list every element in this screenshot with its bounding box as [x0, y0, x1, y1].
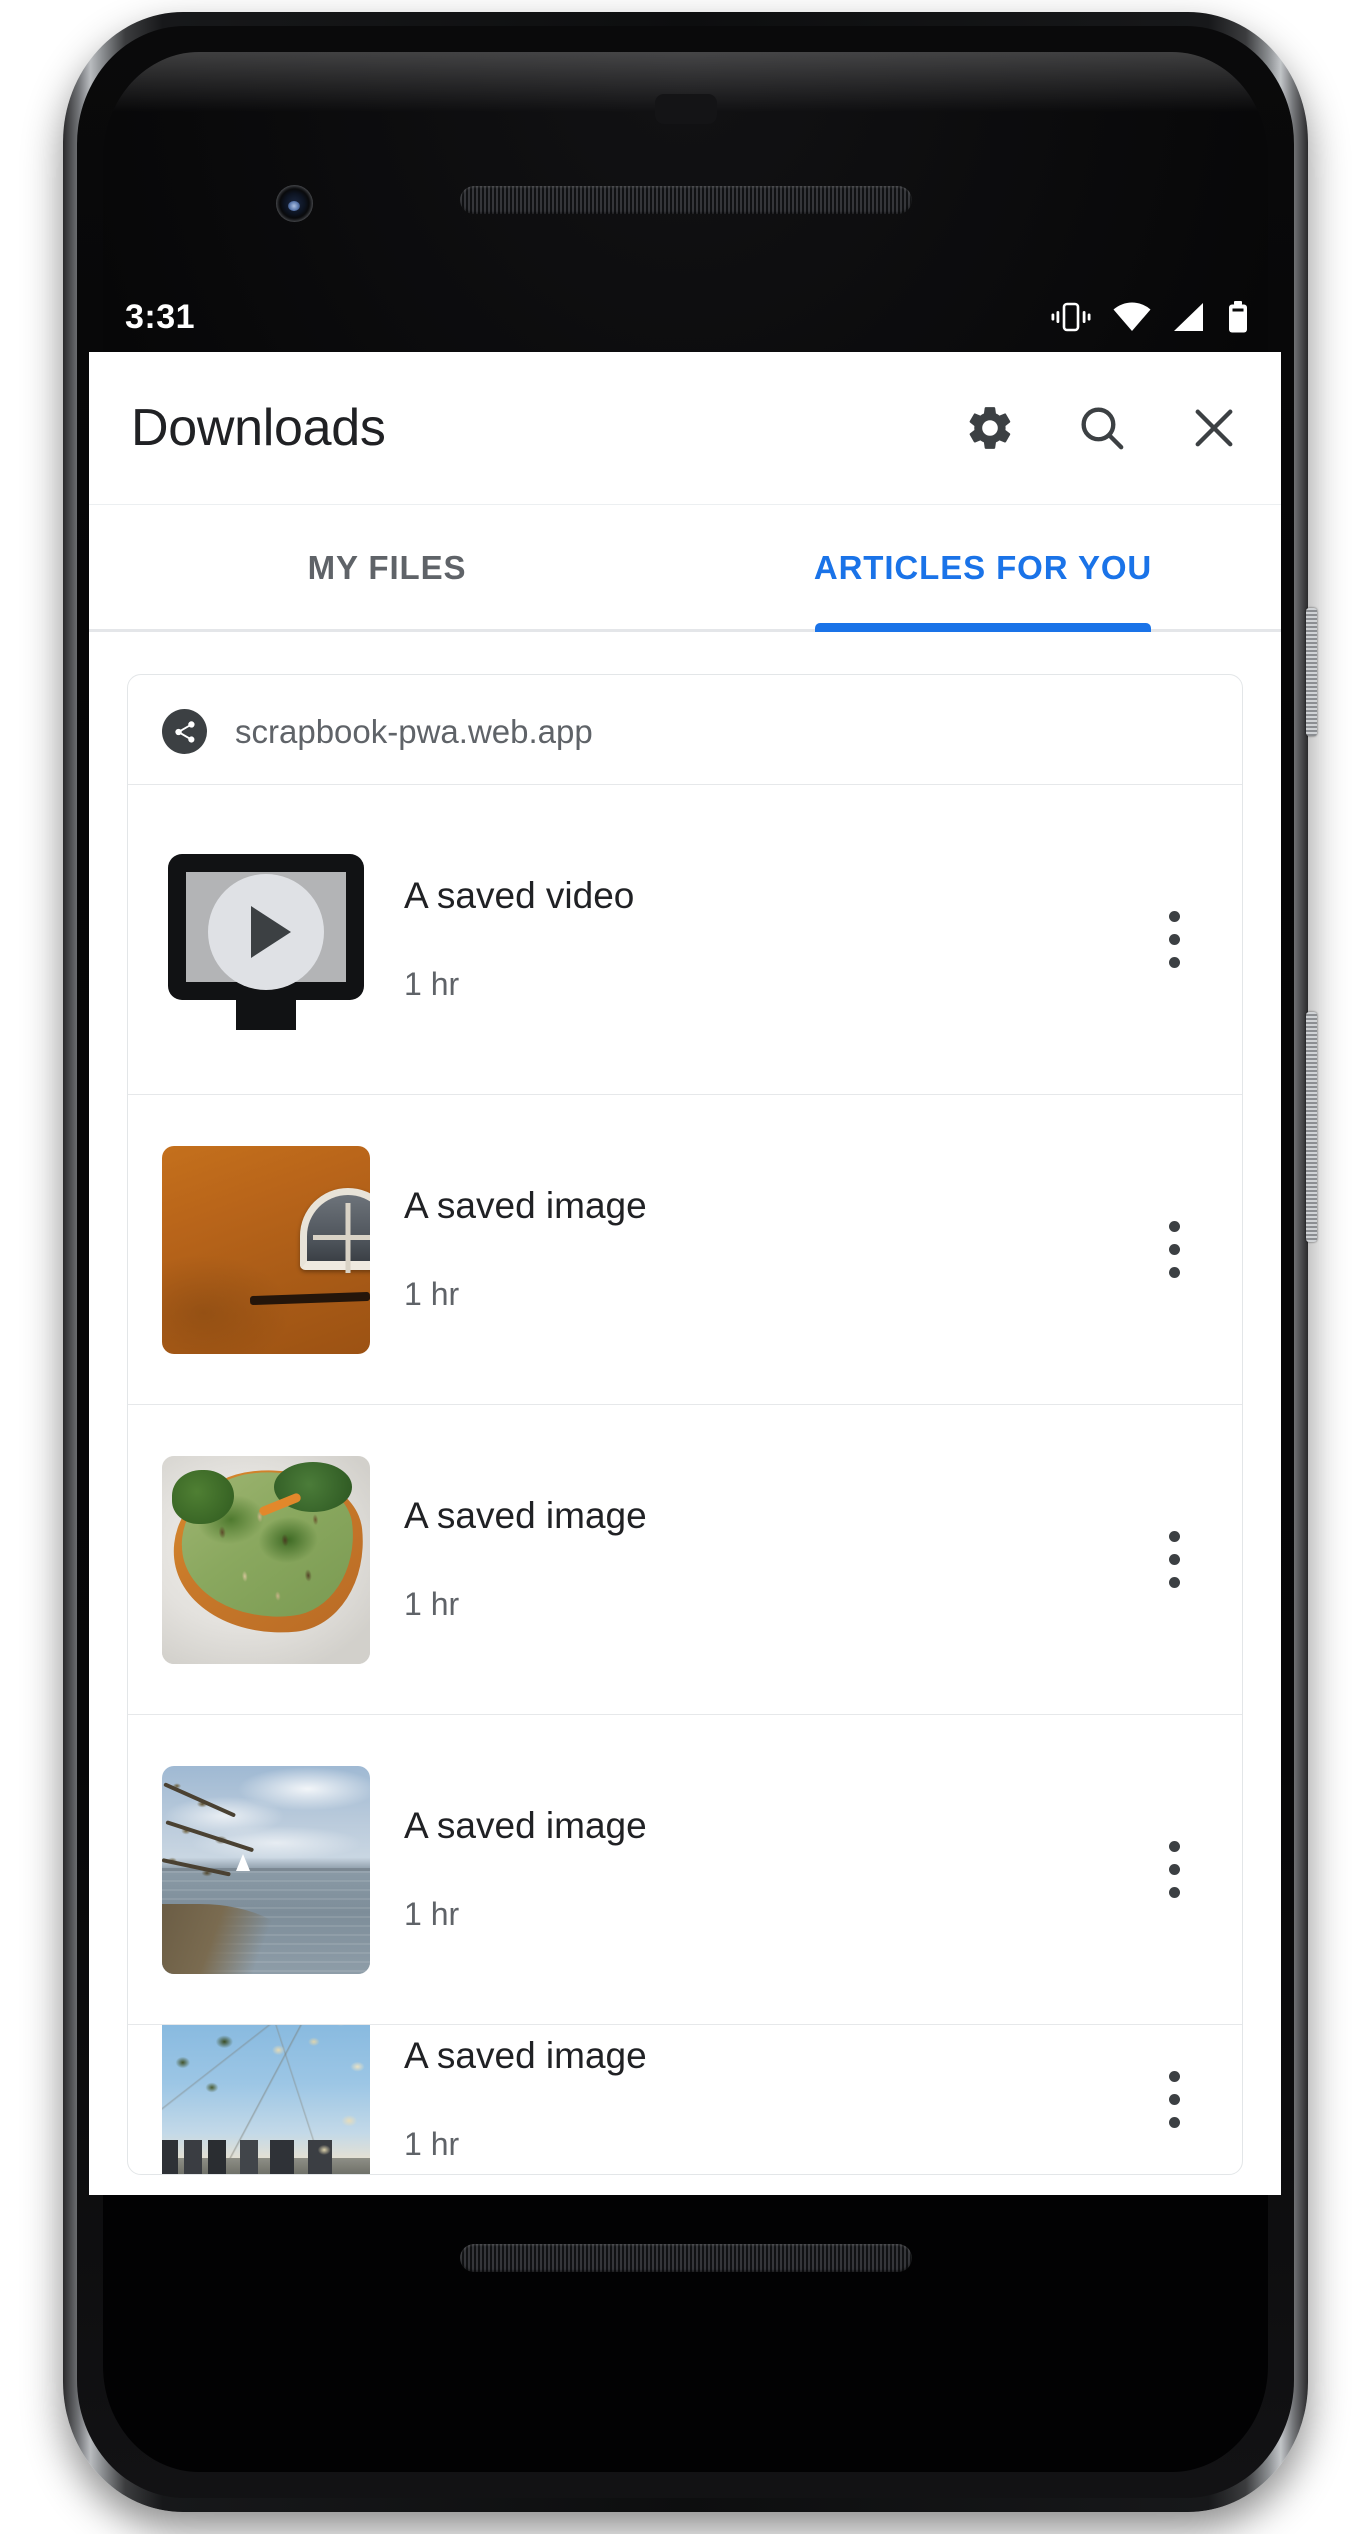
app-toolbar: Downloads [89, 352, 1281, 504]
play-icon [251, 905, 291, 958]
list-item-title: A saved image [404, 1804, 647, 1846]
search-icon [1081, 407, 1124, 450]
volume-button[interactable] [1306, 1012, 1317, 1242]
downloads-app-screen: Downloads MY FILES ARTICLES FOR YOU scra… [89, 352, 1281, 2195]
thumbnail-wrap [162, 1765, 376, 1974]
list-item-time: 1 hr [404, 1586, 460, 1623]
gear-icon [969, 407, 1011, 449]
more-vert-icon[interactable] [1136, 1505, 1212, 1615]
list-item-title: A saved image [404, 1184, 647, 1226]
orange-wall-arched-window-photo [162, 1145, 370, 1354]
avocado-toast-food-photo [162, 1455, 370, 1664]
card-source-header[interactable]: scrapbook-pwa.web.app [128, 675, 1242, 784]
tab-active-underline [815, 623, 1151, 632]
tab-label: ARTICLES FOR YOU [813, 549, 1153, 586]
power-button[interactable] [1306, 608, 1317, 736]
list-item-text: A saved image 1 hr [376, 1804, 1136, 1934]
tab-my-files[interactable]: MY FILES [89, 504, 685, 632]
page-title: Downloads [131, 399, 386, 457]
share-icon [162, 709, 207, 754]
list-item[interactable]: A saved video 1 hr [128, 784, 1242, 1094]
more-vert-icon[interactable] [1136, 1195, 1212, 1305]
list-item[interactable]: A saved image 1 hr [128, 2024, 1242, 2174]
thumbnail-wrap [162, 1145, 376, 1354]
list-item-time: 1 hr [404, 1276, 460, 1313]
cell-signal-icon [1174, 303, 1203, 331]
tab-bar: MY FILES ARTICLES FOR YOU [89, 504, 1281, 632]
thumbnail-wrap [162, 1455, 376, 1664]
source-card: scrapbook-pwa.web.app A saved video 1 hr [127, 674, 1243, 2175]
list-item-title: A saved image [404, 1494, 647, 1536]
more-vert-icon[interactable] [1136, 2045, 1212, 2155]
list-item-text: A saved image 1 hr [376, 1494, 1136, 1624]
bottom-speaker-grille [459, 2244, 912, 2272]
list-item-text: A saved video 1 hr [376, 874, 1136, 1004]
list-item-text: A saved image 1 hr [376, 1184, 1136, 1314]
sensor-notch [654, 94, 717, 124]
status-clock: 3:31 [125, 298, 196, 336]
thumbnail-wrap [162, 836, 376, 1044]
more-vert-icon[interactable] [1136, 885, 1212, 995]
lakeside-sailboat-photo [162, 1765, 370, 1974]
status-bar: 3:31 [89, 282, 1281, 352]
video-placeholder-thumbnail [162, 836, 370, 1044]
list-item-time: 1 hr [404, 966, 460, 1003]
list-item[interactable]: A saved image 1 hr [128, 1404, 1242, 1714]
list-item-title: A saved image [404, 2034, 647, 2076]
list-item-title: A saved video [404, 874, 635, 916]
search-button[interactable] [1073, 399, 1131, 457]
thumbnail-wrap [162, 2025, 376, 2174]
list-item-time: 1 hr [404, 2126, 460, 2163]
card-domain-label: scrapbook-pwa.web.app [235, 712, 593, 750]
top-speaker-grille [459, 186, 912, 214]
tab-label: MY FILES [307, 549, 467, 586]
front-camera-icon [276, 185, 313, 222]
tab-articles-for-you[interactable]: ARTICLES FOR YOU [685, 504, 1281, 632]
city-skyline-blossoms-photo [162, 2025, 370, 2174]
toolbar-actions [961, 399, 1243, 457]
articles-list-area: scrapbook-pwa.web.app A saved video 1 hr [89, 632, 1281, 2175]
vibrate-icon [1051, 302, 1091, 332]
list-item[interactable]: A saved image 1 hr [128, 1714, 1242, 2024]
list-item-text: A saved image 1 hr [376, 2034, 1136, 2164]
close-button[interactable] [1185, 399, 1243, 457]
status-icons [1051, 300, 1249, 334]
list-item[interactable]: A saved image 1 hr [128, 1094, 1242, 1404]
more-vert-icon[interactable] [1136, 1815, 1212, 1925]
list-item-time: 1 hr [404, 1896, 460, 1933]
close-icon [1195, 409, 1233, 447]
settings-button[interactable] [961, 399, 1019, 457]
wifi-icon [1113, 302, 1151, 331]
battery-icon [1229, 301, 1247, 333]
